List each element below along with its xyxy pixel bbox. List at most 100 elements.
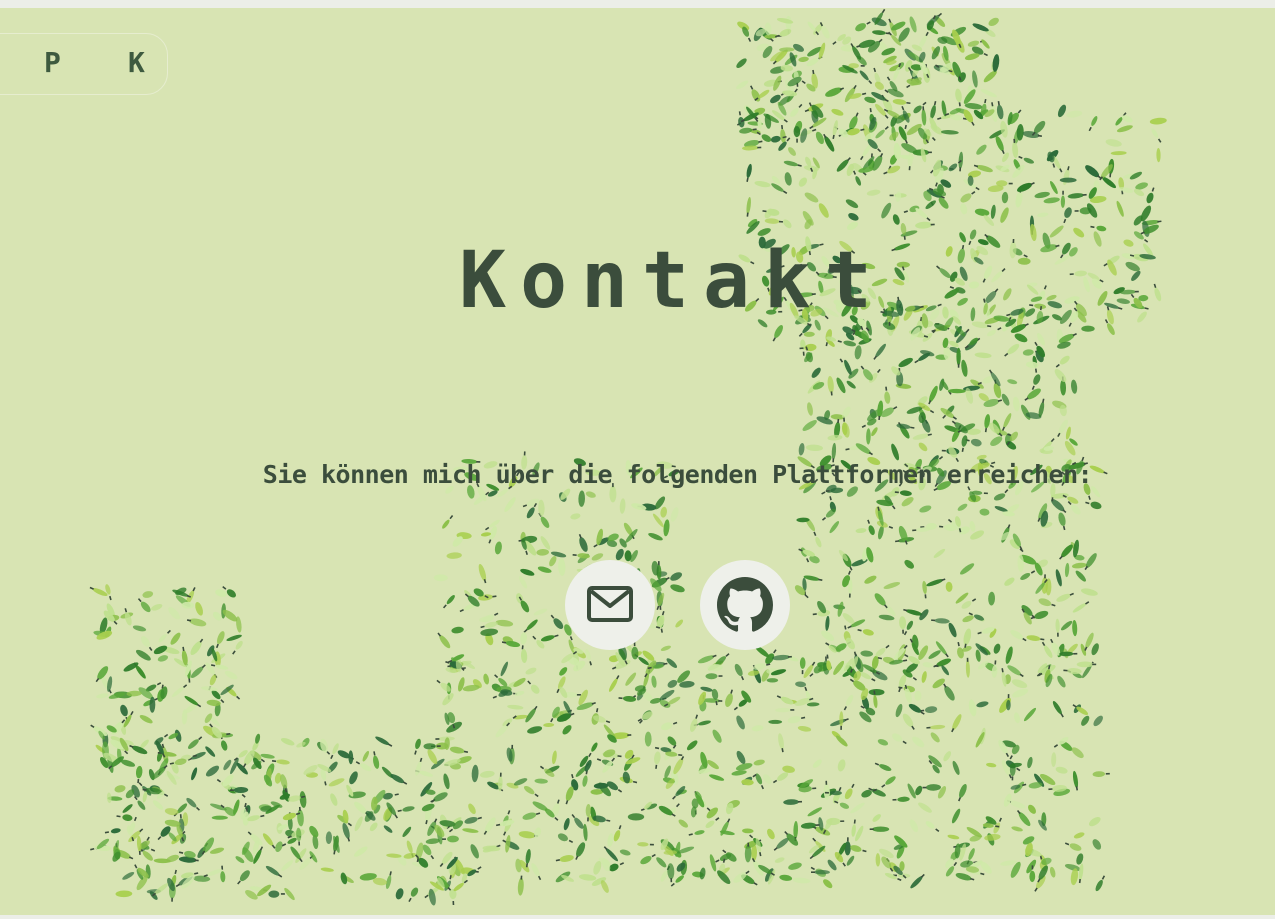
github-button[interactable] bbox=[700, 560, 790, 650]
nav-item-k[interactable]: K bbox=[128, 46, 146, 79]
leaf bbox=[265, 865, 283, 878]
leaf bbox=[135, 765, 143, 784]
leaf bbox=[437, 632, 451, 649]
leaf bbox=[451, 626, 464, 634]
leaf bbox=[961, 435, 968, 452]
leaf bbox=[588, 742, 598, 758]
leaf bbox=[818, 203, 829, 218]
leaf bbox=[1071, 379, 1078, 394]
leaf bbox=[1001, 393, 1010, 406]
leaf bbox=[774, 857, 785, 863]
leaf bbox=[441, 835, 459, 843]
leaf bbox=[855, 528, 867, 534]
leaf bbox=[904, 559, 914, 569]
leaf bbox=[843, 694, 854, 711]
leaf bbox=[848, 212, 859, 221]
leaf bbox=[902, 713, 915, 730]
leaf bbox=[873, 343, 886, 360]
leaf bbox=[910, 873, 925, 889]
leaf bbox=[686, 740, 698, 751]
leaf bbox=[1067, 193, 1087, 199]
nav-item-p[interactable]: P bbox=[44, 46, 62, 79]
leaf bbox=[500, 661, 508, 677]
leaf bbox=[798, 548, 815, 557]
leaf bbox=[271, 759, 290, 765]
leaf bbox=[443, 773, 450, 790]
leaf bbox=[670, 584, 685, 593]
leaf bbox=[1023, 707, 1037, 722]
leaf bbox=[1017, 182, 1035, 192]
leaf bbox=[1026, 635, 1045, 641]
leaf bbox=[408, 887, 419, 903]
leaf bbox=[763, 774, 772, 784]
leaf bbox=[1034, 191, 1050, 199]
leaf bbox=[993, 643, 1001, 654]
leaf bbox=[1014, 333, 1028, 343]
leaf bbox=[899, 616, 907, 634]
leaf bbox=[517, 875, 524, 896]
leaf bbox=[725, 689, 733, 707]
leaf bbox=[1084, 553, 1097, 571]
leaf bbox=[965, 657, 970, 678]
leaf bbox=[549, 556, 557, 567]
leaf bbox=[990, 436, 1003, 447]
leaf bbox=[470, 844, 479, 859]
leaf bbox=[1057, 675, 1066, 688]
leaf bbox=[533, 608, 548, 616]
leaf bbox=[1059, 177, 1077, 183]
leaf bbox=[442, 515, 454, 529]
leaf bbox=[186, 618, 207, 627]
leaf bbox=[843, 340, 856, 347]
leaf bbox=[211, 815, 228, 820]
leaf bbox=[209, 847, 225, 854]
leaf bbox=[328, 778, 345, 787]
leaf bbox=[1010, 629, 1027, 642]
leaf bbox=[1090, 225, 1107, 232]
leaf bbox=[532, 635, 545, 649]
leaf bbox=[918, 802, 932, 813]
leaf bbox=[984, 833, 1001, 841]
leaf bbox=[247, 814, 265, 822]
leaf bbox=[895, 703, 903, 718]
leaf bbox=[215, 631, 225, 649]
leaf bbox=[362, 750, 370, 762]
leaf bbox=[857, 628, 874, 636]
leaf bbox=[495, 722, 511, 738]
leaf bbox=[961, 359, 968, 377]
leaf bbox=[1089, 816, 1101, 827]
leaf bbox=[767, 828, 775, 840]
leaf bbox=[540, 634, 559, 642]
leaf bbox=[1062, 166, 1070, 186]
leaf bbox=[385, 871, 392, 890]
leaf bbox=[871, 427, 878, 437]
leaf bbox=[527, 726, 543, 734]
leaf bbox=[907, 151, 914, 171]
leaf bbox=[527, 680, 540, 694]
leaf bbox=[912, 527, 931, 532]
leaf bbox=[779, 47, 795, 52]
email-button[interactable] bbox=[565, 560, 655, 650]
leaf bbox=[325, 831, 333, 844]
leaf bbox=[1055, 355, 1070, 368]
leaf bbox=[190, 638, 204, 656]
leaf bbox=[1001, 413, 1012, 431]
leaf bbox=[114, 785, 126, 793]
leaf bbox=[991, 660, 998, 678]
leaf bbox=[1095, 875, 1106, 892]
leaf bbox=[1081, 715, 1090, 726]
leaf bbox=[805, 444, 823, 452]
leaf bbox=[220, 865, 226, 883]
leaf bbox=[375, 736, 393, 747]
leaf bbox=[826, 817, 845, 826]
leaf bbox=[956, 347, 961, 368]
leaf bbox=[772, 772, 789, 784]
leaf bbox=[369, 822, 378, 832]
leaf bbox=[779, 874, 793, 881]
leaf bbox=[955, 88, 962, 107]
leaf bbox=[136, 835, 142, 855]
leaf bbox=[660, 645, 671, 651]
leaf bbox=[875, 853, 881, 867]
leaf bbox=[540, 536, 551, 550]
leaf bbox=[453, 879, 468, 892]
leaf bbox=[925, 200, 936, 210]
